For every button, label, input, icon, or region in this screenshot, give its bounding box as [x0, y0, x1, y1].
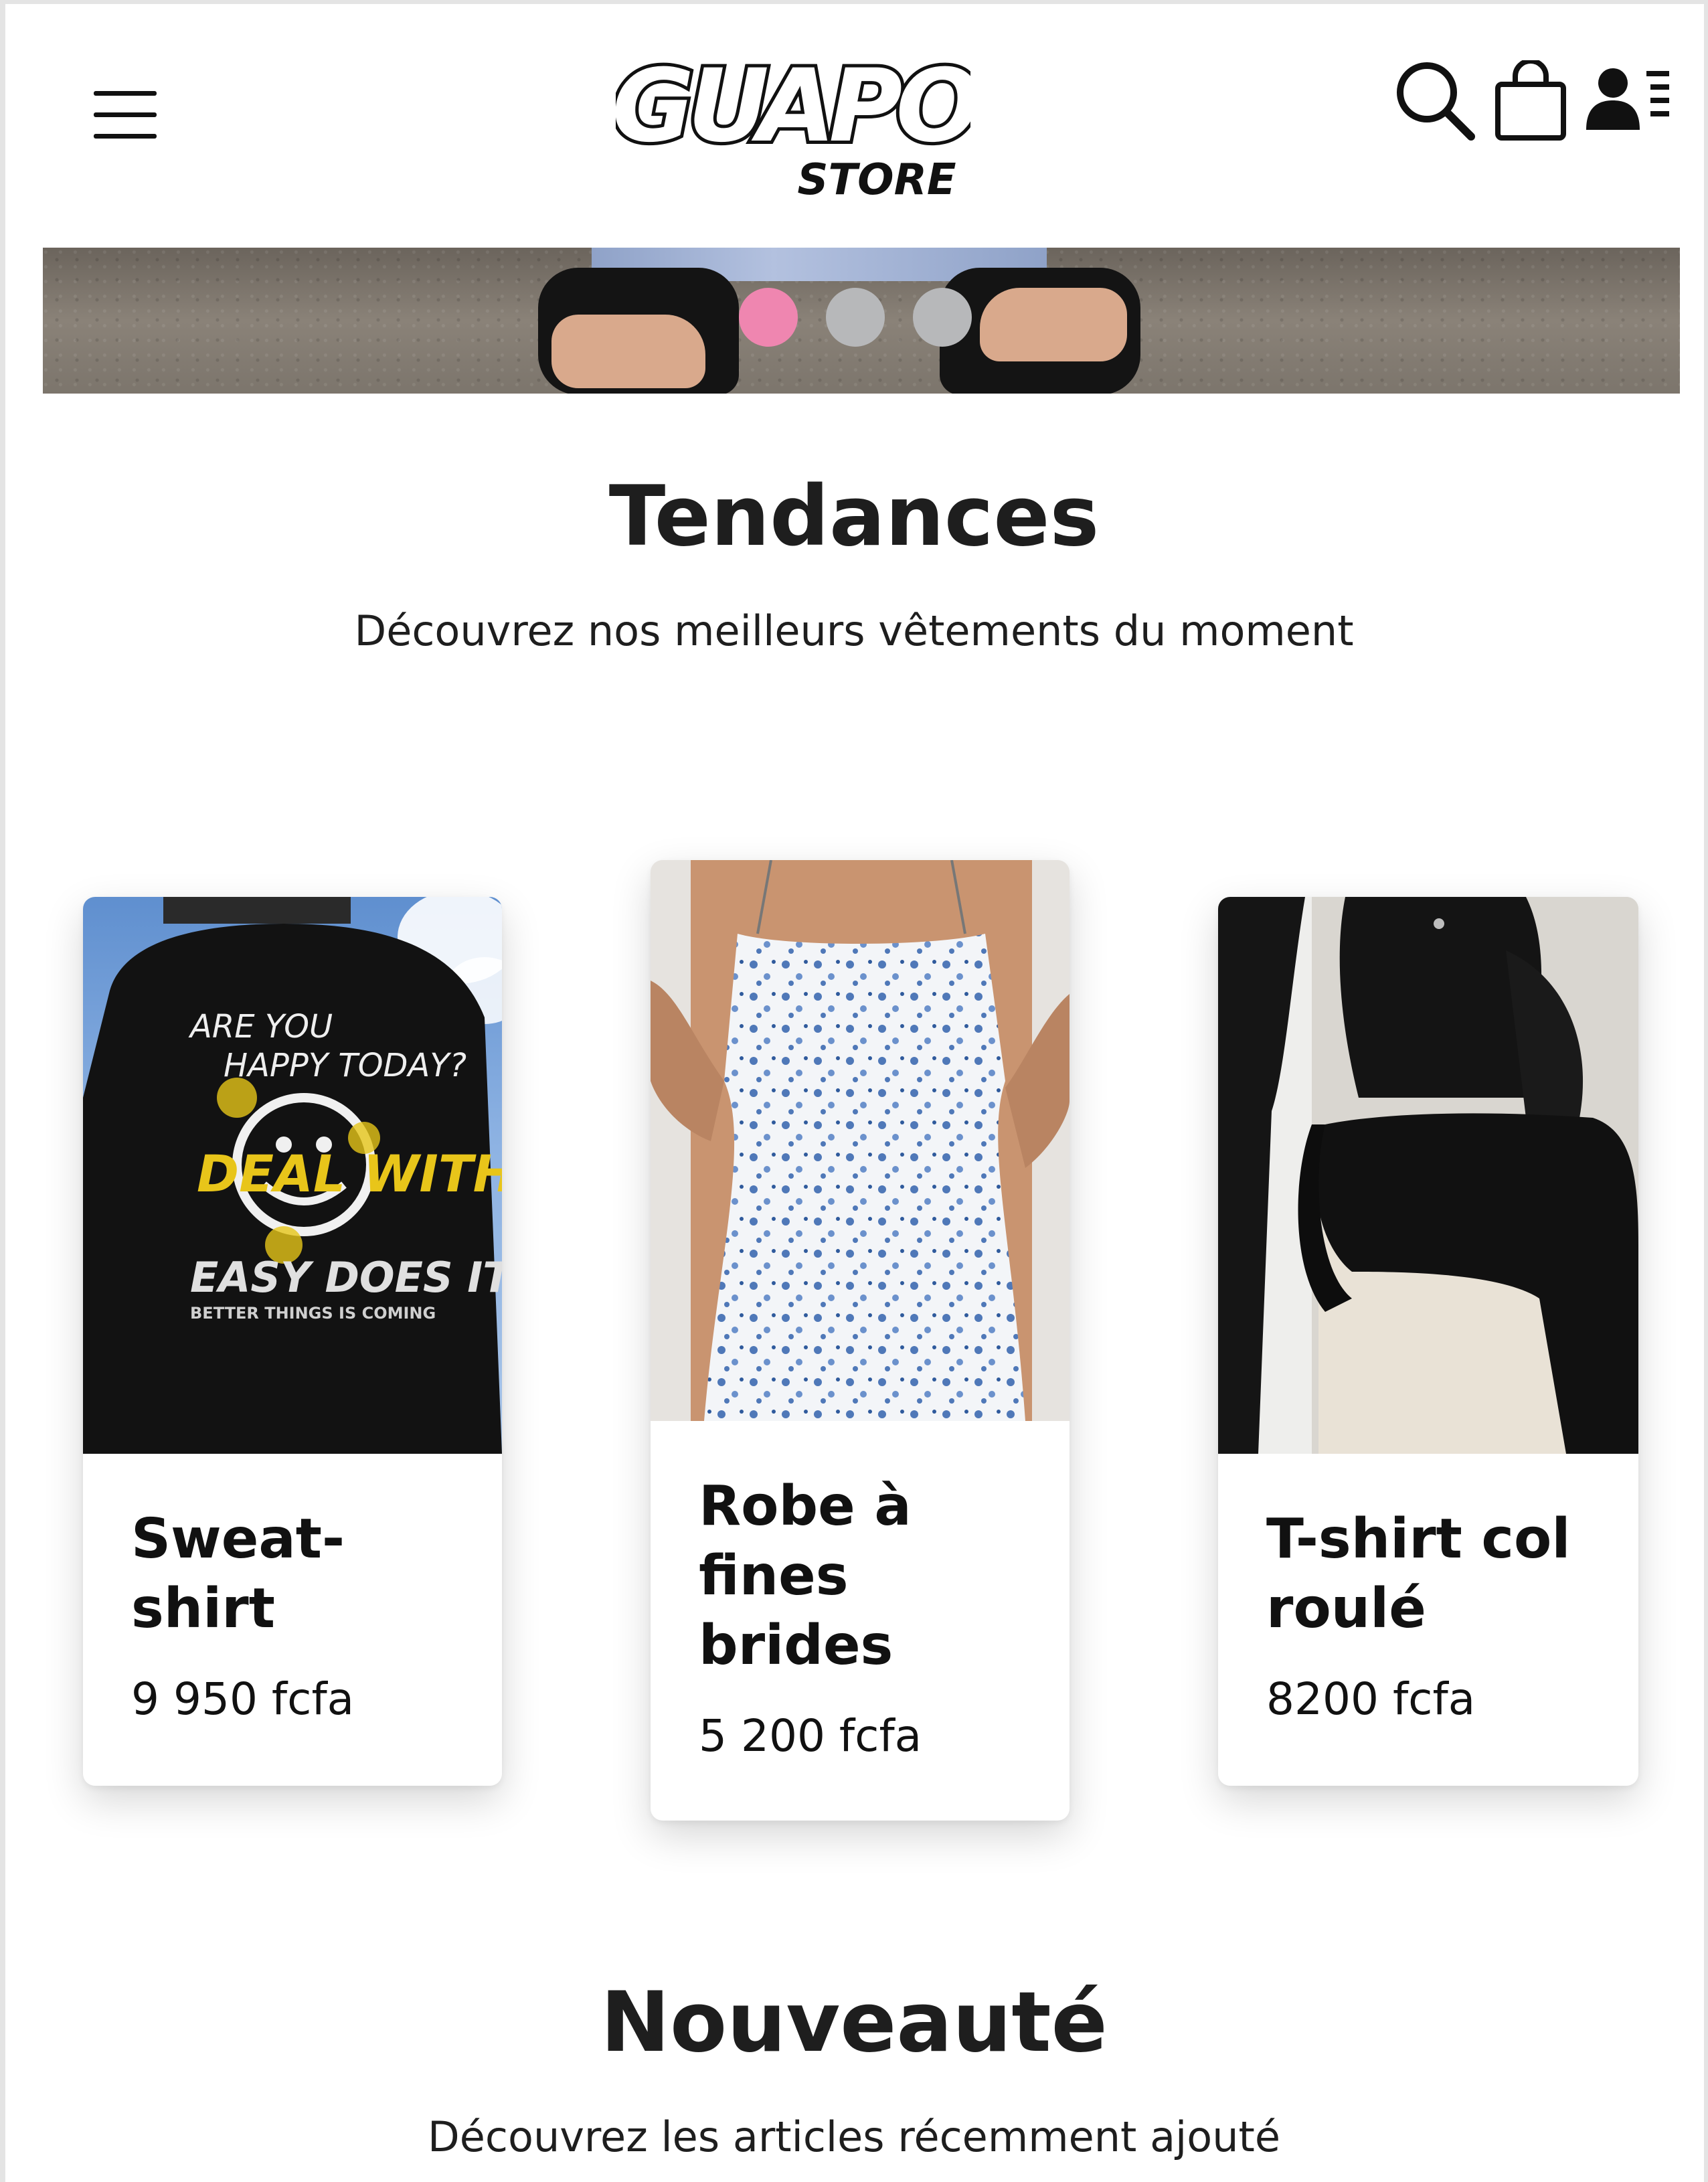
product-name-line: Robe à — [699, 1475, 912, 1538]
product-name-line: shirt — [131, 1577, 275, 1641]
hero-image-foot — [980, 288, 1127, 361]
new-arrivals-subtitle: Découvrez les articles récemment ajouté — [428, 2112, 1280, 2161]
print-text: HAPPY TODAY? — [224, 1047, 466, 1084]
print-text: EASY DOES IT — [190, 1253, 502, 1302]
print-text: DEAL WITH — [197, 1144, 502, 1203]
product-name-line: brides — [699, 1614, 893, 1677]
logo-sub-text: STORE — [797, 155, 956, 201]
product-card-sweatshirt[interactable]: ARE YOU HAPPY TODAY? DEAL WITH EASY DOES… — [83, 897, 502, 1786]
store-logo[interactable]: GUAPO STORE — [616, 47, 970, 201]
product-name: Robe à fines brides — [699, 1472, 912, 1681]
product-name-line: Sweat- — [131, 1507, 345, 1571]
trending-title: Tendances — [608, 469, 1100, 565]
logo-graphic: GUAPO STORE — [616, 47, 970, 201]
print-text: BETTER THINGS IS COMING — [190, 1304, 436, 1323]
product-image: ARE YOU HAPPY TODAY? DEAL WITH EASY DOES… — [83, 897, 502, 1454]
site-header: GUAPO STORE — [0, 0, 1708, 241]
product-name-line: fines — [699, 1544, 849, 1608]
product-name-line: roulé — [1266, 1577, 1426, 1641]
user-icon[interactable] — [1585, 66, 1672, 133]
product-image — [1218, 897, 1638, 1454]
hero-slider[interactable] — [43, 248, 1680, 394]
product-card-turtleneck[interactable]: T-shirt col roulé 8200 fcfa — [1218, 897, 1638, 1786]
product-price: 8200 fcfa — [1266, 1673, 1476, 1725]
hero-image-foot — [551, 315, 705, 388]
search-icon[interactable] — [1392, 58, 1476, 142]
slider-dot-3[interactable] — [913, 288, 972, 347]
shopping-bag-icon[interactable] — [1494, 60, 1567, 141]
slider-dot-2[interactable] — [826, 288, 885, 347]
product-name: Sweat- shirt — [131, 1505, 345, 1644]
menu-icon[interactable] — [94, 88, 158, 142]
trending-subtitle: Découvrez nos meilleurs vêtements du mom… — [354, 606, 1354, 655]
product-price: 5 200 fcfa — [699, 1710, 922, 1762]
product-name-line: T-shirt col — [1266, 1507, 1571, 1571]
logo-main-text: GUAPO — [616, 48, 970, 165]
new-arrivals-title: Nouveauté — [600, 1975, 1108, 2071]
print-text: ARE YOU — [188, 1008, 333, 1045]
product-image — [651, 860, 1070, 1421]
slider-dot-1[interactable] — [739, 288, 798, 347]
product-card-dress[interactable]: Robe à fines brides 5 200 fcfa — [651, 860, 1070, 1821]
slider-dots — [739, 288, 972, 348]
product-price: 9 950 fcfa — [131, 1673, 355, 1725]
product-name: T-shirt col roulé — [1266, 1505, 1570, 1644]
